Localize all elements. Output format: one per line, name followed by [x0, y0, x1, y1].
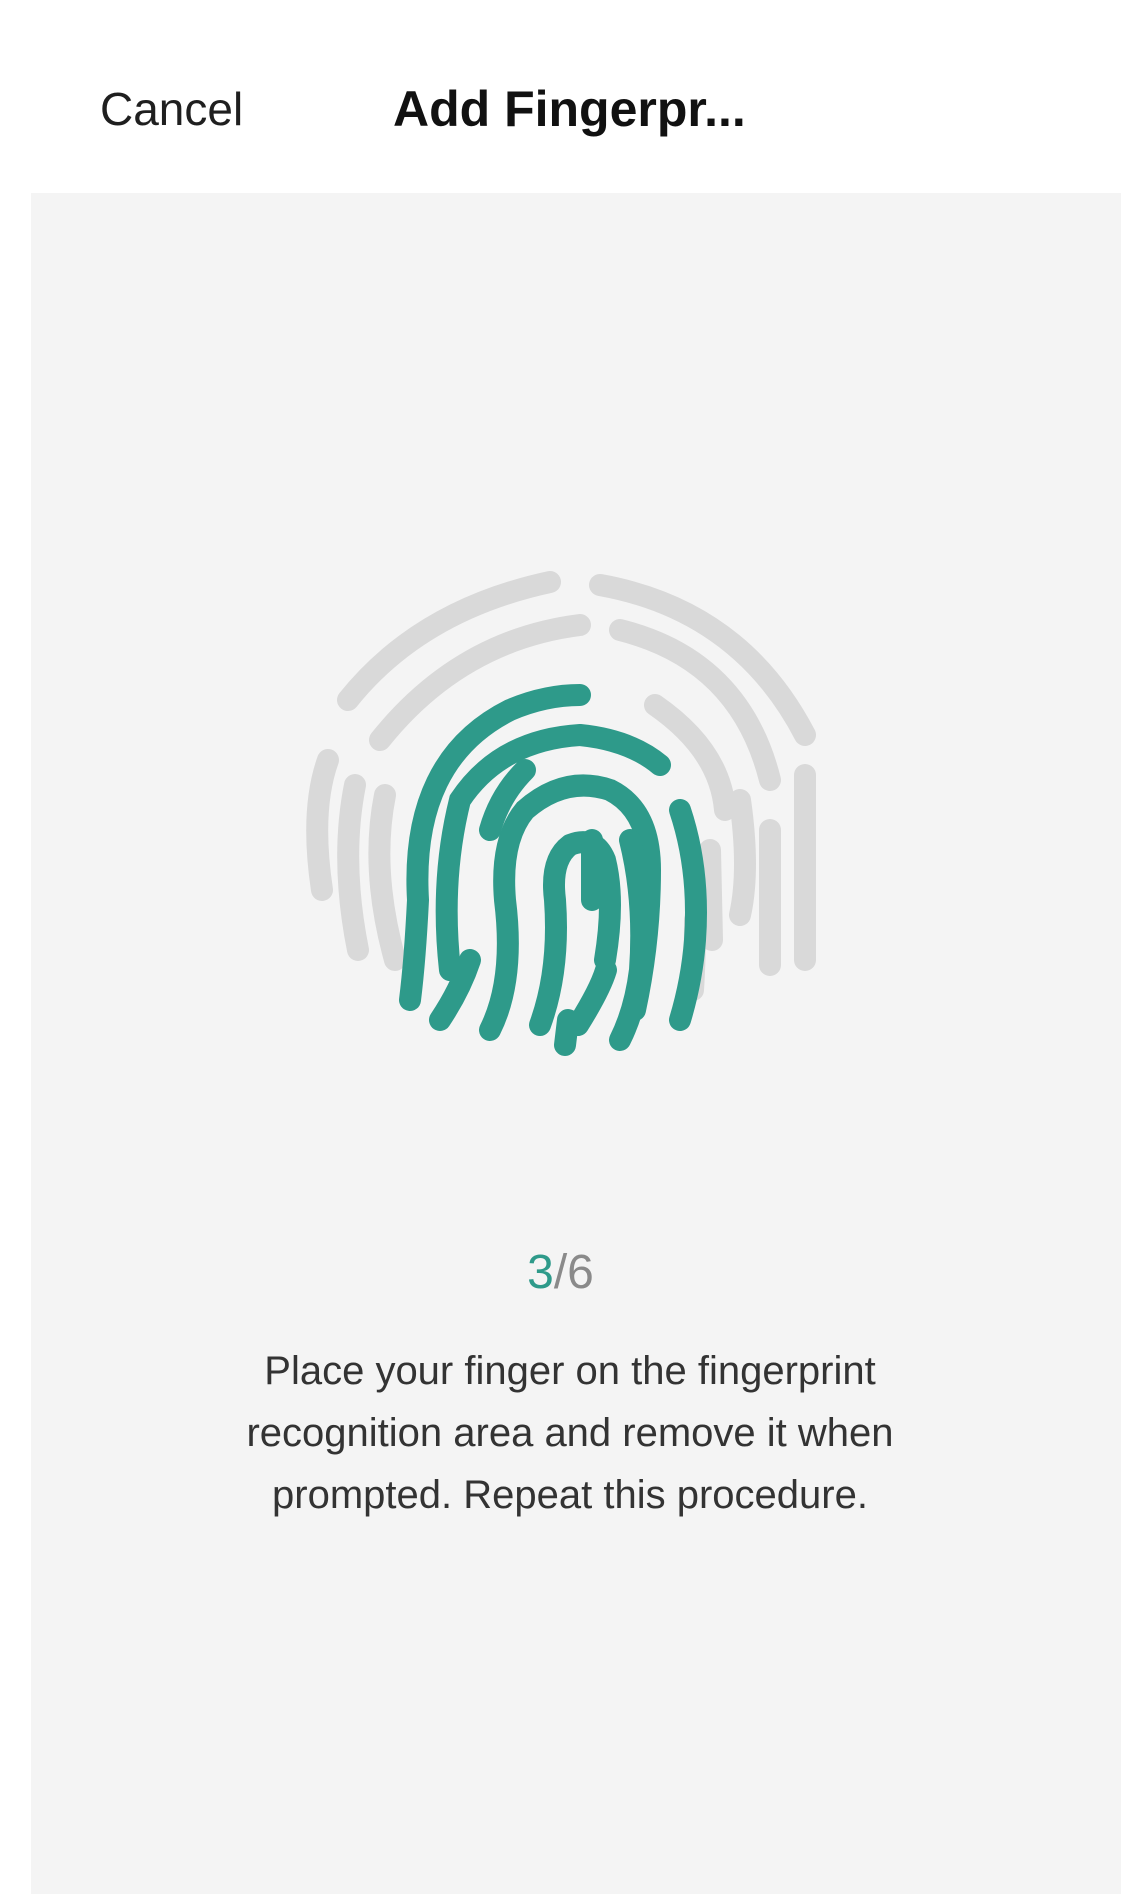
total-steps: 6: [567, 1246, 594, 1299]
page-title: Add Fingerpr...: [393, 81, 746, 137]
top-bar: Cancel Add Fingerpr...: [0, 0, 1121, 190]
current-step: 3: [527, 1246, 554, 1299]
step-separator: /: [553, 1246, 568, 1299]
cancel-button[interactable]: Cancel: [100, 82, 243, 136]
instruction-text: Place your finger on the fingerprint rec…: [246, 1349, 894, 1517]
add-fingerprint-screen: Cancel Add Fingerpr... 3/6 Place your fi…: [0, 0, 1121, 1894]
fingerprint-icon: [300, 570, 845, 1070]
enrollment-progress: 3/6: [0, 1245, 1121, 1300]
fingerprint-captured-ridges: [399, 684, 707, 1056]
